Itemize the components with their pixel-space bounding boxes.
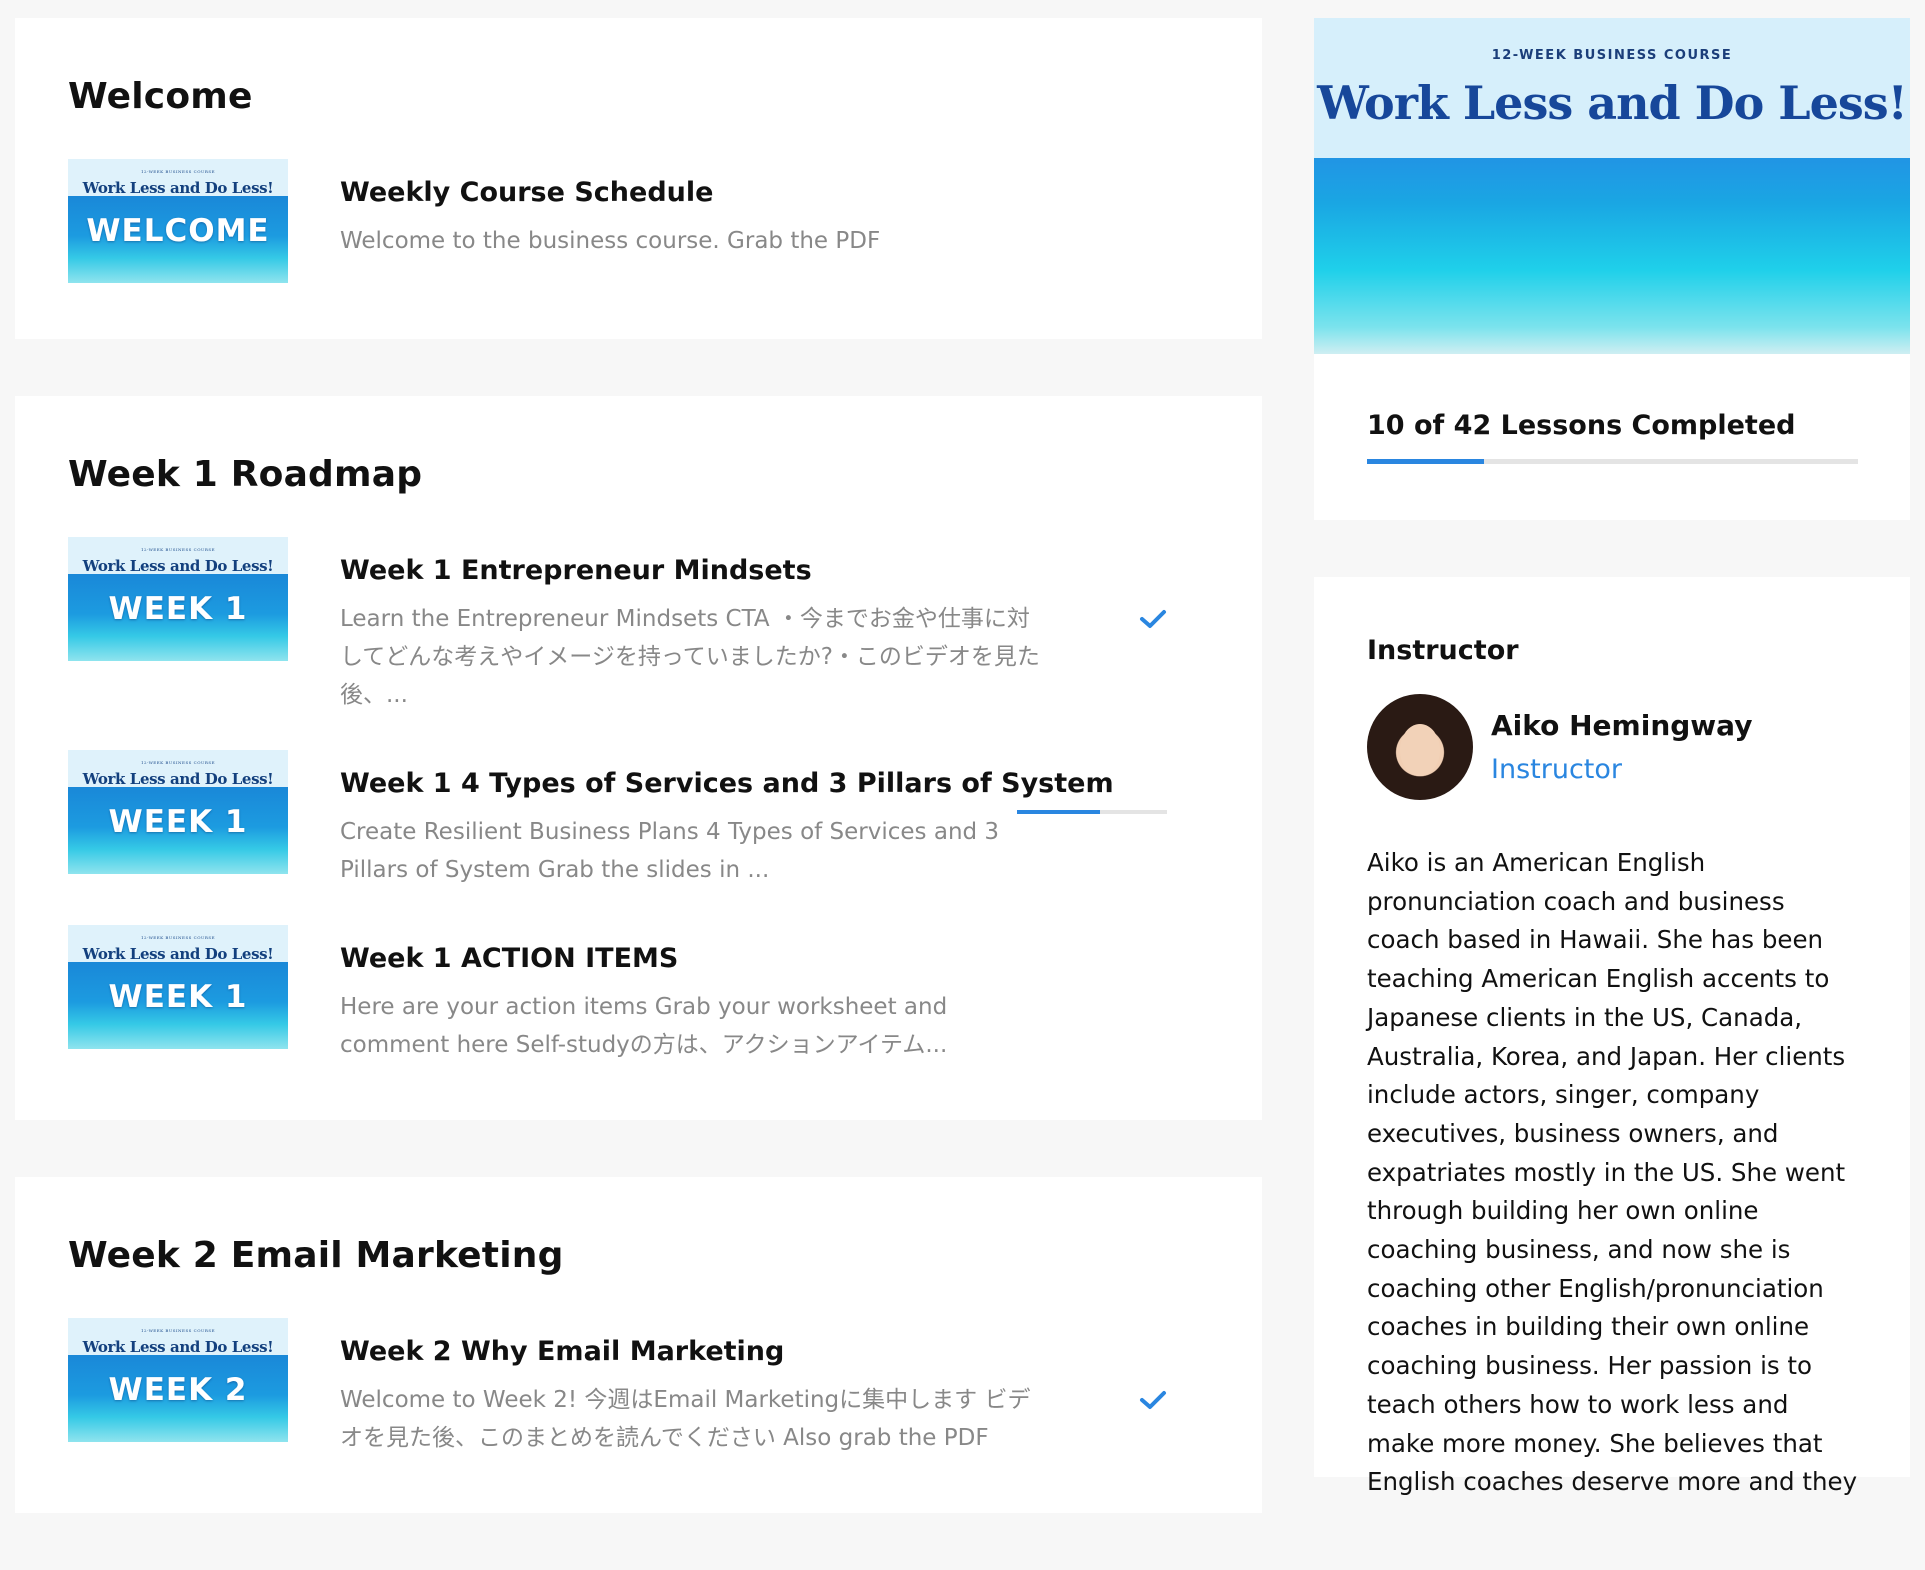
banner-caption: 12-WEEK BUSINESS COURSE: [1491, 48, 1733, 63]
course-summary-card: 12-WEEK BUSINESS COURSE Work Less and Do…: [1314, 18, 1910, 520]
course-progress-bar: [1367, 459, 1858, 464]
completed-status: [1139, 1390, 1167, 1414]
thumbnail-label: WELCOME: [86, 213, 270, 249]
lesson-item[interactable]: 12-WEEK BUSINESS COURSE Work Less and Do…: [68, 750, 1209, 889]
instructor-card: Instructor Aiko Hemingway Instructor Aik…: [1314, 577, 1910, 1496]
thumbnail-course-title: Work Less and Do Less!: [82, 945, 274, 963]
thumbnail-caption: 12-WEEK BUSINESS COURSE: [140, 1328, 216, 1333]
lesson-item[interactable]: 12-WEEK BUSINESS COURSE Work Less and Do…: [68, 925, 1209, 1064]
lesson-progress-fill: [1017, 810, 1100, 814]
lesson-thumbnail[interactable]: 12-WEEK BUSINESS COURSE Work Less and Do…: [68, 159, 288, 283]
lesson-progress: [1017, 810, 1167, 814]
lesson-title[interactable]: Week 2 Why Email Marketing: [340, 1336, 1050, 1367]
instructor-heading: Instructor: [1367, 635, 1519, 666]
lesson-item[interactable]: 12-WEEK BUSINESS COURSE Work Less and Do…: [68, 1318, 1209, 1457]
lesson-thumbnail[interactable]: 12-WEEK BUSINESS COURSE Work Less and Do…: [68, 750, 288, 874]
thumbnail-course-title: Work Less and Do Less!: [82, 1338, 274, 1356]
banner-title: Work Less and Do Less!: [1317, 76, 1908, 130]
section-title: Week 1 Roadmap: [68, 454, 423, 495]
lessons-completed-text: 10 of 42 Lessons Completed: [1367, 410, 1796, 441]
section-week-1-roadmap: Week 1 Roadmap 12-WEEK BUSINESS COURSE W…: [15, 396, 1262, 1120]
lesson-progress-bar: [1017, 810, 1167, 814]
lesson-thumbnail[interactable]: 12-WEEK BUSINESS COURSE Work Less and Do…: [68, 925, 288, 1049]
avatar: [1367, 694, 1473, 800]
thumbnail-course-title: Work Less and Do Less!: [82, 557, 274, 575]
thumbnail-label: WEEK 1: [108, 979, 248, 1015]
section-title: Week 2 Email Marketing: [68, 1235, 564, 1276]
lesson-description: Welcome to the business course. Grab the…: [340, 228, 881, 254]
course-outline: Welcome 12-WEEK BUSINESS COURSE Work Les…: [15, 18, 1262, 1570]
lesson-item[interactable]: 12-WEEK BUSINESS COURSE Work Less and Do…: [68, 537, 1209, 714]
thumbnail-caption: 12-WEEK BUSINESS COURSE: [140, 935, 216, 940]
thumbnail-caption: 12-WEEK BUSINESS COURSE: [140, 547, 216, 552]
thumbnail-label: WEEK 1: [108, 591, 248, 627]
lesson-description: Here are your action items Grab your wor…: [340, 994, 948, 1058]
section-week-2-email-marketing: Week 2 Email Marketing 12-WEEK BUSINESS …: [15, 1177, 1262, 1513]
thumbnail-caption: 12-WEEK BUSINESS COURSE: [140, 169, 216, 174]
thumbnail-label: WEEK 1: [108, 804, 248, 840]
lesson-item[interactable]: 12-WEEK BUSINESS COURSE Work Less and Do…: [68, 159, 1209, 283]
instructor-role: Instructor: [1491, 754, 1622, 785]
lesson-title[interactable]: Week 1 ACTION ITEMS: [340, 943, 1050, 974]
lesson-title[interactable]: Week 1 Entrepreneur Mindsets: [340, 555, 1050, 586]
instructor-bio: Aiko is an American English pronunciatio…: [1367, 848, 1858, 1497]
checkmark-icon: [1140, 1391, 1166, 1409]
thumbnail-course-title: Work Less and Do Less!: [82, 179, 274, 197]
lesson-thumbnail[interactable]: 12-WEEK BUSINESS COURSE Work Less and Do…: [68, 1318, 288, 1442]
thumbnail-label: WEEK 2: [108, 1372, 248, 1408]
lesson-description: Welcome to Week 2! 今週はEmail Marketingに集中…: [340, 1387, 1031, 1451]
section-welcome: Welcome 12-WEEK BUSINESS COURSE Work Les…: [15, 18, 1262, 339]
checkmark-icon: [1140, 610, 1166, 628]
thumbnail-caption: 12-WEEK BUSINESS COURSE: [140, 760, 216, 765]
lesson-description: Learn the Entrepreneur Mindsets CTA ・今まで…: [340, 606, 1040, 708]
lesson-description: Create Resilient Business Plans 4 Types …: [340, 819, 1000, 883]
course-progress: 10 of 42 Lessons Completed: [1314, 354, 1910, 520]
course-progress-fill: [1367, 459, 1484, 464]
thumbnail-course-title: Work Less and Do Less!: [82, 770, 274, 788]
course-banner: 12-WEEK BUSINESS COURSE Work Less and Do…: [1314, 18, 1910, 354]
lesson-thumbnail[interactable]: 12-WEEK BUSINESS COURSE Work Less and Do…: [68, 537, 288, 661]
section-title: Welcome: [68, 76, 253, 117]
lesson-title[interactable]: Week 1 4 Types of Services and 3 Pillars…: [340, 768, 1114, 799]
completed-status: [1139, 609, 1167, 633]
lesson-title[interactable]: Weekly Course Schedule: [340, 177, 1050, 208]
course-sidebar: 12-WEEK BUSINESS COURSE Work Less and Do…: [1314, 18, 1910, 1496]
instructor-name: Aiko Hemingway: [1491, 709, 1753, 742]
